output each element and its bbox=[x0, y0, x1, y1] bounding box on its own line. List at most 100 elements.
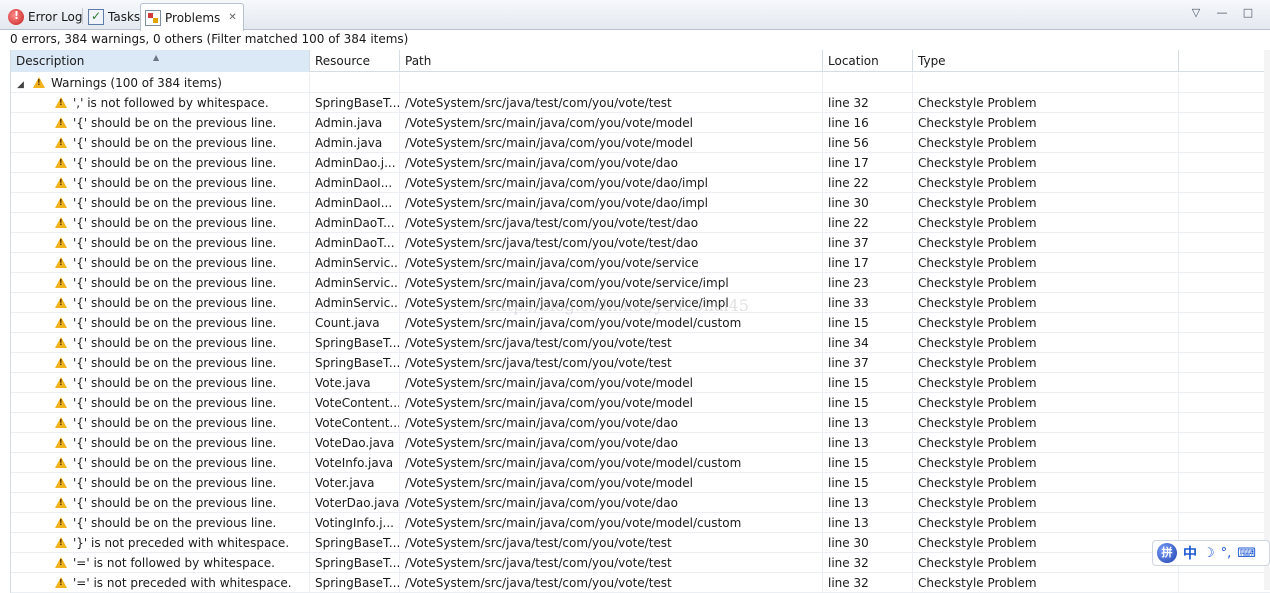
table-row[interactable]: '{' should be on the previous line. Admin… bbox=[11, 293, 1270, 313]
expand-triangle-icon[interactable]: ◢ bbox=[17, 75, 25, 93]
column-header-description[interactable]: Description ▲ bbox=[11, 50, 310, 72]
description-text: '{' should be on the previous line. bbox=[73, 456, 277, 470]
description-text: '{' should be on the previous line. bbox=[73, 356, 277, 370]
description-cell: '{' should be on the previous line. bbox=[11, 373, 310, 393]
group-cell: ◢ Warnings (100 of 384 items) bbox=[11, 73, 310, 93]
group-row-warnings[interactable]: ◢ Warnings (100 of 384 items) bbox=[11, 73, 1270, 93]
type-cell: Checkstyle Problem bbox=[913, 513, 1179, 533]
description-cell: '{' should be on the previous line. bbox=[11, 313, 310, 333]
table-row[interactable]: '{' should be on the previous line. Admin… bbox=[11, 113, 1270, 133]
moon-icon[interactable]: ☽ bbox=[1203, 546, 1215, 561]
view-menu-icon[interactable]: ▽ bbox=[1188, 6, 1204, 19]
vertical-scrollbar[interactable] bbox=[1264, 50, 1270, 590]
tab-label: Error Log bbox=[28, 10, 83, 24]
description-text: '{' should be on the previous line. bbox=[73, 216, 277, 230]
empty-cell bbox=[400, 73, 823, 93]
column-header-location[interactable]: Location bbox=[823, 50, 913, 72]
location-cell: line 37 bbox=[823, 353, 913, 373]
maximize-icon[interactable]: □ bbox=[1240, 6, 1256, 19]
resource-cell: AdminServic... bbox=[310, 273, 400, 293]
ime-toolbar: 拼 中 ☽ °, ⌨ bbox=[1152, 540, 1270, 566]
table-row[interactable]: '{' should be on the previous line. Vote.… bbox=[11, 373, 1270, 393]
location-cell: line 15 bbox=[823, 313, 913, 333]
keyboard-icon[interactable]: ⌨ bbox=[1237, 546, 1256, 561]
description-text: '{' should be on the previous line. bbox=[73, 136, 277, 150]
table-row[interactable]: '{' should be on the previous line. Count… bbox=[11, 313, 1270, 333]
description-text: '}' is not preceded with whitespace. bbox=[73, 536, 290, 550]
description-text: '{' should be on the previous line. bbox=[73, 116, 277, 130]
table-header: Description ▲ Resource Path Location Typ… bbox=[11, 50, 1270, 72]
column-header-resource[interactable]: Resource bbox=[310, 50, 400, 72]
resource-cell: SpringBaseT... bbox=[310, 533, 400, 553]
table-row[interactable]: '{' should be on the previous line. Sprin… bbox=[11, 353, 1270, 373]
type-cell: Checkstyle Problem bbox=[913, 433, 1179, 453]
warning-icon bbox=[55, 177, 67, 188]
table-row[interactable]: '{' should be on the previous line. VoteC… bbox=[11, 413, 1270, 433]
warning-icon bbox=[55, 397, 67, 408]
path-cell: /VoteSystem/src/java/test/com/you/vote/t… bbox=[400, 553, 823, 573]
resource-cell: Admin.java bbox=[310, 113, 400, 133]
table-row[interactable]: '{' should be on the previous line. Admin… bbox=[11, 193, 1270, 213]
table-row[interactable]: '{' should be on the previous line. Admin… bbox=[11, 273, 1270, 293]
table-row[interactable]: '=' is not preceded with whitespace. Spri… bbox=[11, 573, 1270, 593]
description-cell: '{' should be on the previous line. bbox=[11, 513, 310, 533]
tasks-icon bbox=[88, 9, 104, 25]
table-row[interactable]: '{' should be on the previous line. Admin… bbox=[11, 153, 1270, 173]
punctuation-toggle[interactable]: °, bbox=[1221, 546, 1232, 561]
resource-cell: SpringBaseT... bbox=[310, 353, 400, 373]
path-cell: /VoteSystem/src/main/java/com/you/vote/d… bbox=[400, 433, 823, 453]
path-cell: /VoteSystem/src/java/test/com/you/vote/t… bbox=[400, 93, 823, 113]
column-header-type[interactable]: Type bbox=[913, 50, 1179, 72]
resource-cell: AdminDaoI... bbox=[310, 173, 400, 193]
table-row[interactable]: '{' should be on the previous line. Sprin… bbox=[11, 333, 1270, 353]
path-cell: /VoteSystem/src/main/java/com/you/vote/m… bbox=[400, 113, 823, 133]
description-cell: '=' is not followed by whitespace. bbox=[11, 553, 310, 573]
path-cell: /VoteSystem/src/java/test/com/you/vote/t… bbox=[400, 333, 823, 353]
table-row[interactable]: '{' should be on the previous line. Admin… bbox=[11, 173, 1270, 193]
ime-logo-icon[interactable]: 拼 bbox=[1157, 543, 1177, 563]
description-cell: '{' should be on the previous line. bbox=[11, 273, 310, 293]
path-cell: /VoteSystem/src/java/test/com/you/vote/t… bbox=[400, 213, 823, 233]
error-log-icon bbox=[8, 9, 24, 25]
warning-icon bbox=[55, 537, 67, 548]
table-row[interactable]: '=' is not followed by whitespace. Spring… bbox=[11, 553, 1270, 573]
problems-summary: 0 errors, 384 warnings, 0 others (Filter… bbox=[10, 32, 409, 46]
description-text: '{' should be on the previous line. bbox=[73, 416, 277, 430]
description-text: '{' should be on the previous line. bbox=[73, 376, 277, 390]
warning-icon bbox=[55, 357, 67, 368]
type-cell: Checkstyle Problem bbox=[913, 333, 1179, 353]
path-cell: /VoteSystem/src/main/java/com/you/vote/d… bbox=[400, 493, 823, 513]
minimize-icon[interactable]: — bbox=[1214, 6, 1230, 19]
warning-icon bbox=[55, 437, 67, 448]
location-cell: line 15 bbox=[823, 373, 913, 393]
table-row[interactable]: ',' is not followed by whitespace. Spring… bbox=[11, 93, 1270, 113]
warning-icon bbox=[55, 457, 67, 468]
location-cell: line 56 bbox=[823, 133, 913, 153]
table-row[interactable]: '{' should be on the previous line. VoteI… bbox=[11, 453, 1270, 473]
type-cell: Checkstyle Problem bbox=[913, 293, 1179, 313]
path-cell: /VoteSystem/src/main/java/com/you/vote/m… bbox=[400, 133, 823, 153]
column-header-path[interactable]: Path bbox=[400, 50, 823, 72]
resource-cell: SpringBaseT... bbox=[310, 333, 400, 353]
table-row[interactable]: '}' is not preceded with whitespace. Spri… bbox=[11, 533, 1270, 553]
tab-tasks[interactable]: Tasks bbox=[84, 4, 146, 30]
tab-error-log[interactable]: Error Log bbox=[4, 4, 89, 30]
table-row[interactable]: '{' should be on the previous line. Votin… bbox=[11, 513, 1270, 533]
close-icon[interactable]: ✕ bbox=[228, 12, 236, 23]
table-row[interactable]: '{' should be on the previous line. Admin… bbox=[11, 233, 1270, 253]
location-cell: line 23 bbox=[823, 273, 913, 293]
table-row[interactable]: '{' should be on the previous line. VoteD… bbox=[11, 433, 1270, 453]
location-cell: line 13 bbox=[823, 493, 913, 513]
description-text: '{' should be on the previous line. bbox=[73, 296, 277, 310]
table-row[interactable]: '{' should be on the previous line. VoteC… bbox=[11, 393, 1270, 413]
table-row[interactable]: '{' should be on the previous line. Voter… bbox=[11, 493, 1270, 513]
ime-mode-toggle[interactable]: 中 bbox=[1183, 543, 1197, 563]
tab-problems[interactable]: Problems ✕ bbox=[140, 3, 244, 31]
resource-cell: AdminDaoT... bbox=[310, 213, 400, 233]
location-cell: line 17 bbox=[823, 153, 913, 173]
table-row[interactable]: '{' should be on the previous line. Admin… bbox=[11, 213, 1270, 233]
table-row[interactable]: '{' should be on the previous line. Voter… bbox=[11, 473, 1270, 493]
warning-icon bbox=[55, 137, 67, 148]
table-row[interactable]: '{' should be on the previous line. Admin… bbox=[11, 133, 1270, 153]
table-row[interactable]: '{' should be on the previous line. Admin… bbox=[11, 253, 1270, 273]
